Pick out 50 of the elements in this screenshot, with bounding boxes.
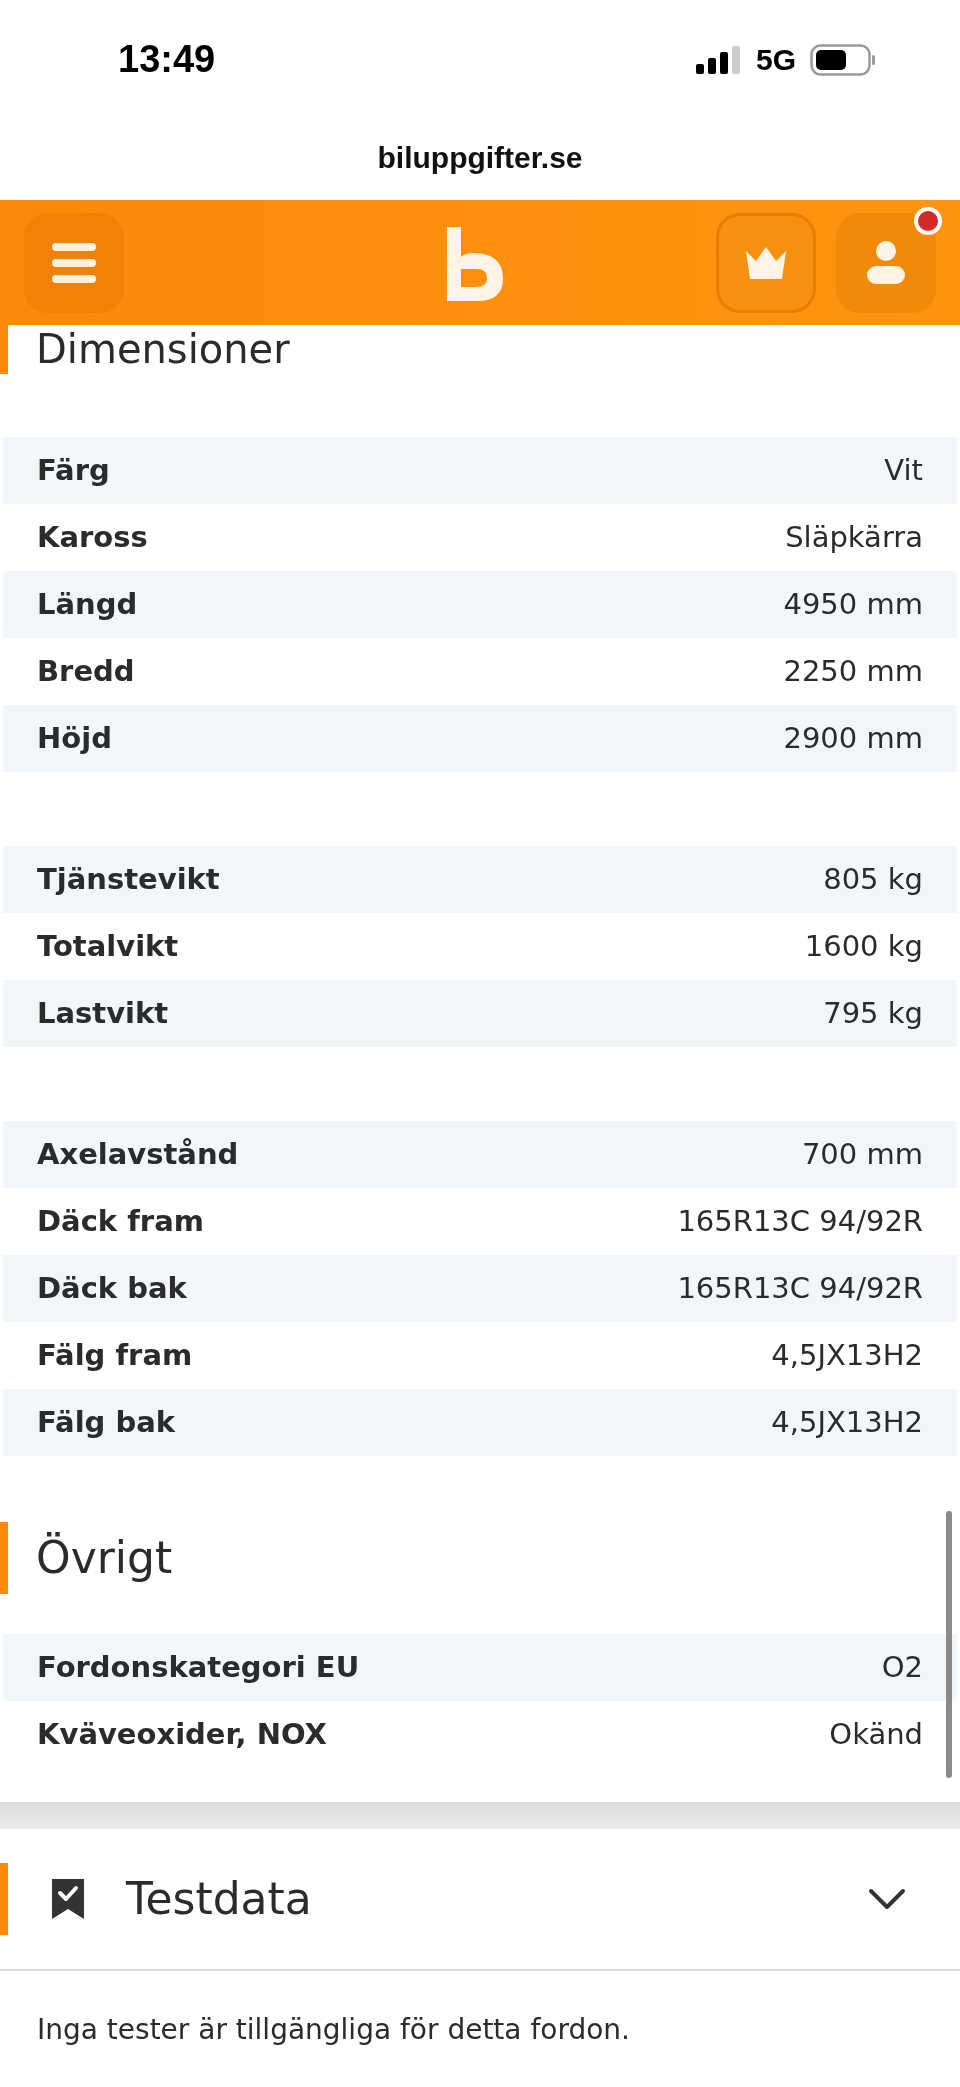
row-value: Vit: [884, 451, 923, 489]
row-value: 2900 mm: [783, 719, 923, 757]
menu-button[interactable]: [24, 212, 124, 313]
row-value: 4950 mm: [783, 585, 923, 623]
row-label: Axelavstånd: [37, 1135, 239, 1173]
row-label: Däck bak: [37, 1269, 187, 1307]
row-value: 4,5JX13H2: [771, 1336, 923, 1374]
accent-bar: [0, 1522, 8, 1594]
network-label: 5G: [755, 42, 796, 78]
status-time: 13:49: [118, 37, 216, 82]
row-value: 2250 mm: [783, 652, 923, 690]
row-value: 805 kg: [823, 860, 923, 898]
accent-bar: [0, 1863, 8, 1935]
row-value: 4,5JX13H2: [771, 1403, 923, 1441]
row-label: Totalvikt: [37, 927, 179, 965]
row-label: Däck fram: [37, 1202, 204, 1240]
empty-message: Inga tester är tillgängliga för detta fordon.: [37, 2013, 630, 2046]
row-label: Färg: [37, 451, 110, 489]
section-heading: Dimensioner: [36, 325, 290, 374]
row-value: O2: [881, 1648, 923, 1686]
chevron-down-icon: [868, 1888, 906, 1910]
signal-icon: [695, 45, 742, 74]
premium-button[interactable]: [716, 212, 816, 313]
bookmark-check-icon: [50, 1877, 86, 1921]
section-heading: Övrigt: [36, 1531, 173, 1585]
row-value: 795 kg: [823, 994, 923, 1032]
battery-icon: [810, 43, 876, 76]
row-label: Fälg fram: [37, 1336, 193, 1374]
row-label: Kväveoxider, NOX: [37, 1715, 327, 1753]
row-label: Längd: [37, 585, 138, 623]
row-value: 1600 kg: [804, 927, 923, 965]
row-label: Kaross: [37, 518, 148, 556]
testdata-accordion-header[interactable]: Testdata: [0, 1829, 960, 1971]
accent-bar: [0, 324, 8, 374]
url-text: biluppgifter.se: [377, 140, 583, 176]
user-icon: [865, 239, 907, 286]
row-value: Okänd: [829, 1715, 923, 1753]
account-button[interactable]: [836, 212, 936, 313]
row-label: Lastvikt: [37, 994, 169, 1032]
row-label: Höjd: [37, 719, 112, 757]
row-value: Släpkärra: [785, 518, 923, 556]
row-value: 165R13C 94/92R: [677, 1202, 923, 1240]
accordion-title: Testdata: [126, 1872, 312, 1926]
row-label: Bredd: [37, 652, 135, 690]
row-value: 700 mm: [801, 1135, 923, 1173]
row-label: Fordonskategori EU: [37, 1648, 360, 1686]
menu-icon: [51, 240, 97, 285]
row-label: Tjänstevikt: [37, 860, 220, 898]
row-label: Fälg bak: [37, 1403, 176, 1441]
row-value: 165R13C 94/92R: [677, 1269, 923, 1307]
